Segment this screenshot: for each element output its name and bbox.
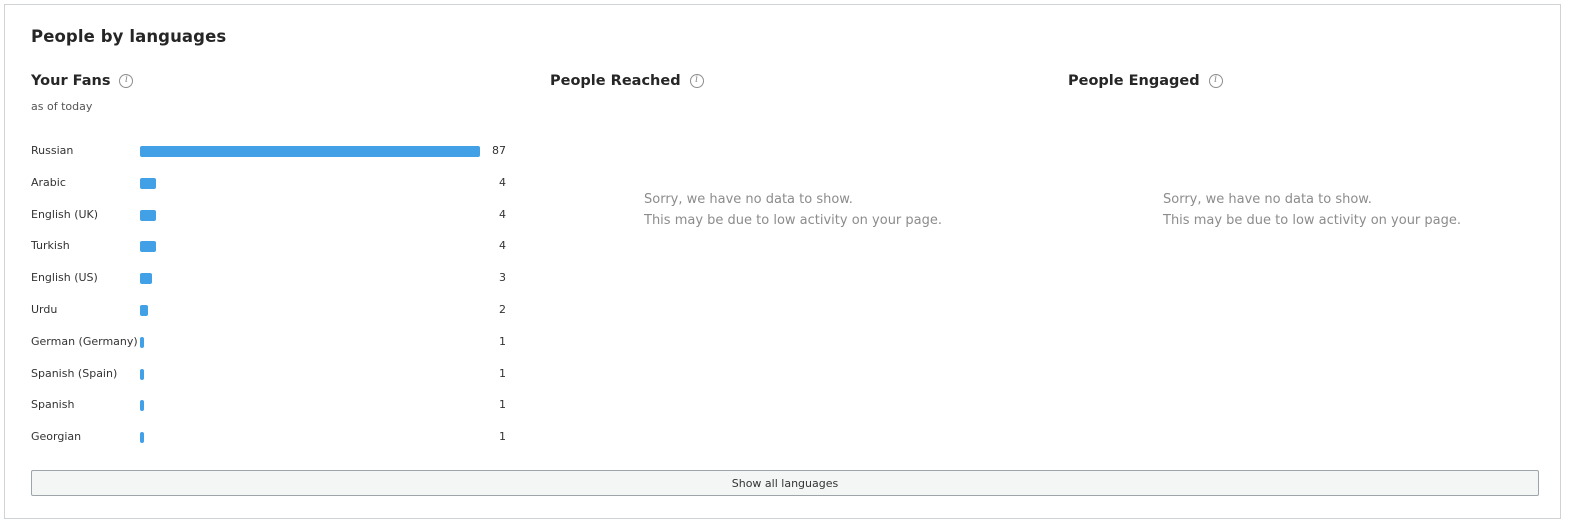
language-row: German (Germany) 1 [31,334,506,366]
engaged-empty-line-2: This may be due to low activity on your … [1163,213,1462,228]
reached-empty-line-1: Sorry, we have no data to show. [644,192,853,207]
language-row: English (UK) 4 [31,207,506,239]
language-bar [140,400,144,412]
language-row: Turkish 4 [31,238,506,270]
language-value: 1 [499,430,506,444]
language-bar [140,273,152,285]
people-by-languages-panel: People by languages Your Fans as of toda… [4,4,1561,519]
language-value: 4 [499,207,506,221]
reached-heading-label: People Reached [550,73,681,89]
language-bar [140,368,144,380]
language-label: Russian [31,144,74,157]
language-row: Russian 87 [31,143,506,175]
language-label: Turkish [31,239,70,253]
engaged-empty-message: Sorry, we have no data to show. This may… [1163,189,1461,231]
language-value: 1 [499,398,506,412]
language-row: English (US) 3 [31,270,506,302]
reached-empty-message: Sorry, we have no data to show. This may… [644,189,942,231]
fans-heading-label: Your Fans [31,73,111,89]
language-bar [140,432,144,444]
info-icon[interactable] [1208,74,1223,88]
info-icon[interactable] [689,74,704,88]
language-value: 87 [492,144,506,157]
fans-subtitle: as of today [31,100,93,113]
language-label: Georgian [31,430,82,444]
language-value: 1 [499,366,506,380]
engaged-heading: People Engaged [1068,73,1223,89]
language-bar [140,209,156,221]
language-label: Arabic [31,175,66,189]
language-row: Spanish (Spain) 1 [31,366,506,398]
language-row: Georgian 1 [31,429,506,461]
language-row: Spanish 1 [31,397,506,429]
language-bar [140,336,144,348]
engaged-heading-label: People Engaged [1068,73,1200,89]
language-value: 3 [499,271,506,285]
language-row: Urdu 2 [31,302,506,334]
panel-title: People by languages [31,27,227,46]
language-row: Arabic 4 [31,175,506,207]
show-all-languages-button[interactable]: Show all languages [31,470,1539,496]
fans-heading: Your Fans [31,73,134,89]
language-bar [140,241,156,253]
language-label: Urdu [31,302,58,316]
language-label: English (UK) [31,207,99,221]
language-bar [140,177,156,189]
language-label: Spanish [31,398,75,412]
language-bar [140,146,480,157]
language-label: German (Germany) [31,334,138,348]
language-label: English (US) [31,271,98,285]
language-value: 2 [499,302,506,316]
info-icon[interactable] [119,74,134,88]
language-value: 1 [499,334,506,348]
reached-heading: People Reached [550,73,704,89]
language-value: 4 [499,175,506,189]
engaged-empty-line-1: Sorry, we have no data to show. [1163,192,1372,207]
reached-empty-line-2: This may be due to low activity on your … [644,213,943,228]
language-label: Spanish (Spain) [31,366,118,380]
language-bar [140,304,148,316]
language-value: 4 [499,239,506,253]
fans-bar-chart: Russian 87 Arabic 4 English (UK) 4 Turkish 4 Eng… [31,143,506,461]
